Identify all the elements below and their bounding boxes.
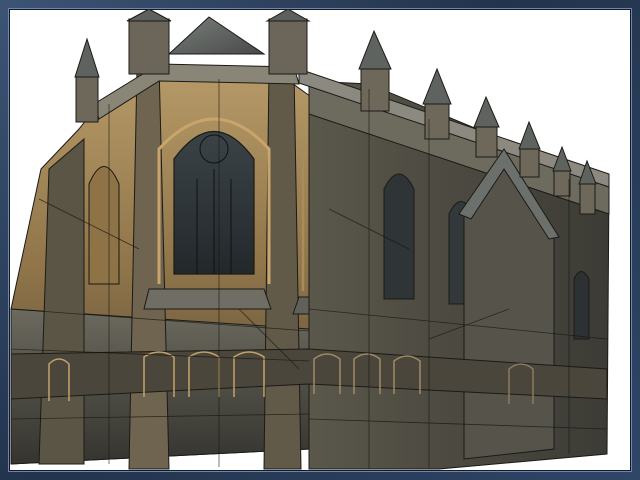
render-viewport [9, 9, 631, 471]
apse-roof [167, 16, 266, 55]
cathedral-render [10, 9, 610, 470]
image-frame [0, 0, 640, 480]
left-window [88, 166, 120, 285]
